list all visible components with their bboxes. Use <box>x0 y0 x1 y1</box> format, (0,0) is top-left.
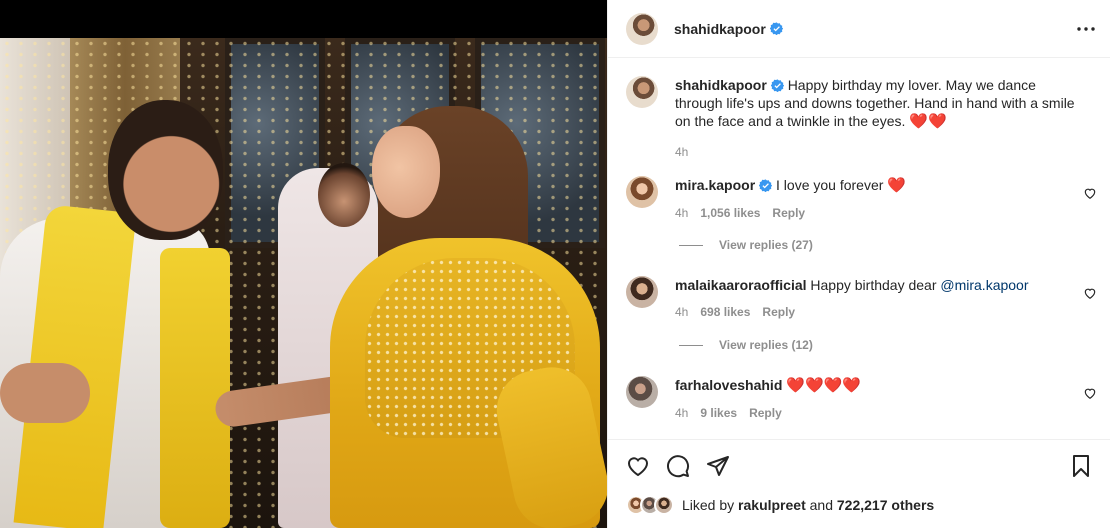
liker-avatars[interactable] <box>626 494 676 516</box>
post-media-pane <box>0 0 607 528</box>
comment: farhaloveshahid ❤️❤️❤️❤️ 4h 9 likes Repl… <box>626 376 1096 422</box>
post-header: shahidkapoor <box>608 0 1110 58</box>
comment-mention-link[interactable]: @mira.kapoor <box>940 277 1028 293</box>
replies-line-divider <box>679 244 703 246</box>
verified-badge-icon <box>769 22 783 35</box>
comment-author-username[interactable]: mira.kapoor <box>675 177 755 193</box>
comment-emoji: ❤️ <box>887 177 906 194</box>
post-photo[interactable] <box>0 38 607 528</box>
liked-by-others-link[interactable]: 722,217 others <box>837 497 934 513</box>
avatar <box>654 495 674 515</box>
avatar[interactable] <box>626 76 658 108</box>
view-replies-button[interactable]: View replies (27) <box>679 238 813 252</box>
comment-reply-button[interactable]: Reply <box>762 303 795 321</box>
comment-emoji: ❤️❤️❤️❤️ <box>786 377 861 394</box>
liked-by-summary: Liked by rakulpreet and 722,217 others <box>626 494 934 516</box>
avatar[interactable] <box>626 176 658 208</box>
comment-like-heart-icon[interactable] <box>1083 386 1097 400</box>
comment-text: Happy birthday dear <box>810 277 937 293</box>
comment-like-heart-icon[interactable] <box>1083 286 1097 300</box>
liked-by-user-link[interactable]: rakulpreet <box>738 497 806 513</box>
view-replies-button[interactable]: View replies (12) <box>679 338 813 352</box>
liked-by-prefix: Liked by <box>682 497 735 513</box>
comment: malaikaaroraofficial Happy birthday dear… <box>626 276 1096 321</box>
liked-by-and: and <box>809 497 833 513</box>
more-horizontal-icon <box>1077 27 1095 31</box>
comment-text: I love you forever <box>776 177 884 193</box>
more-options-button[interactable] <box>1075 18 1097 40</box>
comment-timestamp[interactable]: 4h <box>675 404 688 422</box>
avatar[interactable] <box>626 376 658 408</box>
man-head <box>108 100 223 240</box>
comment-icon[interactable] <box>666 454 690 478</box>
verified-badge-icon <box>770 79 784 92</box>
comment-author-username[interactable]: farhaloveshahid <box>675 377 782 393</box>
caption-author-username[interactable]: shahidkapoor <box>675 77 767 93</box>
comment-timestamp[interactable]: 4h <box>675 204 688 222</box>
comment-likes-count[interactable]: 698 likes <box>700 303 750 321</box>
bookmark-icon[interactable] <box>1069 454 1093 478</box>
comment-like-heart-icon[interactable] <box>1083 186 1097 200</box>
view-replies-label: View replies (27) <box>719 238 813 252</box>
comment-author-username[interactable]: malaikaaroraofficial <box>675 277 807 293</box>
caption-timestamp[interactable]: 4h <box>675 143 688 161</box>
comment-reply-button[interactable]: Reply <box>749 404 782 422</box>
send-icon[interactable] <box>706 454 730 478</box>
comments-list[interactable]: shahidkapoor Happy birthday my lover. Ma… <box>608 58 1110 439</box>
caption-emoji: ❤️❤️ <box>909 113 947 130</box>
caption: shahidkapoor Happy birthday my lover. Ma… <box>626 76 1096 161</box>
comment-likes-count[interactable]: 9 likes <box>700 404 737 422</box>
man-hand <box>0 363 90 423</box>
replies-line-divider <box>679 344 703 346</box>
post-details-panel: shahidkapoor shahidkapoor Happy birthday… <box>607 0 1110 528</box>
comment-reply-button[interactable]: Reply <box>772 204 805 222</box>
comment: mira.kapoor I love you forever ❤️ 4h 1,0… <box>626 176 1096 222</box>
post-author-username[interactable]: shahidkapoor <box>674 21 766 37</box>
man-yellow-scarf <box>160 248 230 528</box>
background-man-head <box>318 163 370 227</box>
verified-badge-icon <box>759 179 773 192</box>
view-replies-label: View replies (12) <box>719 338 813 352</box>
avatar[interactable] <box>626 276 658 308</box>
comment-likes-count[interactable]: 1,056 likes <box>700 204 760 222</box>
woman-face <box>372 126 440 218</box>
comment-timestamp[interactable]: 4h <box>675 303 688 321</box>
post-action-bar <box>608 439 1110 489</box>
heart-icon[interactable] <box>626 454 650 478</box>
avatar[interactable] <box>626 12 658 45</box>
